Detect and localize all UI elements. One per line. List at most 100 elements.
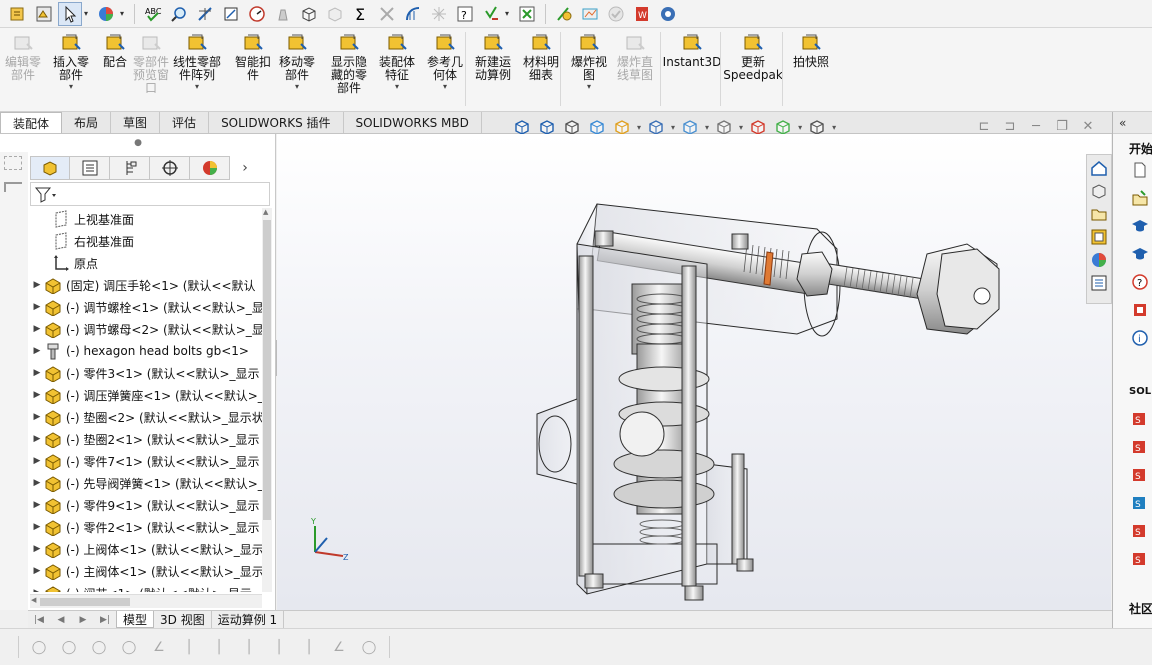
expand-arrow-icon[interactable]: ▶ (30, 544, 44, 554)
measure-icon[interactable] (193, 2, 217, 26)
tree-item[interactable]: ▶ (-) 调压弹簧座<1> (默认<<默认>_ (30, 384, 262, 406)
mass-icon[interactable] (271, 2, 295, 26)
info-icon[interactable]: i (1129, 328, 1151, 348)
whats-new-icon[interactable] (1129, 300, 1151, 320)
open-icon[interactable] (1129, 188, 1151, 208)
tree-item[interactable]: ▶ (-) 上阀体<1> (默认<<默认>_显示 (30, 538, 262, 560)
component-icon[interactable] (297, 2, 321, 26)
equations-icon[interactable] (479, 2, 503, 26)
expand-arrow-icon[interactable]: ▶ (30, 456, 44, 466)
property-manager-icon[interactable] (70, 156, 110, 180)
tree-item[interactable]: ▶ (-) 零件2<1> (默认<<默认>_显示 (30, 516, 262, 538)
linear-pattern-button[interactable]: 线性零部 件阵列 ▾ (173, 32, 221, 92)
solid-molecule-icon[interactable]: S (1129, 520, 1151, 540)
expand-arrow-icon[interactable]: ▶ (30, 412, 44, 422)
assembly-icon[interactable] (32, 2, 56, 26)
feature-manager-icon[interactable] (30, 156, 70, 180)
tree-item[interactable]: 右视基准面 (30, 230, 262, 252)
3d-parts-icon[interactable] (1089, 180, 1109, 201)
tile-right-icon[interactable]: ⊐ (1002, 118, 1018, 134)
appearance-icon[interactable] (94, 2, 118, 26)
custom-properties-icon[interactable] (1089, 272, 1109, 293)
first-tab-icon[interactable]: |◀ (28, 613, 50, 627)
bottom-tab-0[interactable]: 模型 (116, 611, 155, 628)
expand-arrow-icon[interactable]: ▶ (30, 566, 44, 576)
circle-icon[interactable]: ◯ (359, 637, 379, 657)
tab-0[interactable]: 装配体 (0, 112, 63, 133)
tree-item[interactable]: ▶ (-) hexagon head bolts gb<1> (30, 340, 262, 362)
prev-tab-icon[interactable]: ◀ (50, 613, 72, 627)
folder-icon[interactable] (1089, 203, 1109, 224)
tab-4[interactable]: SOLIDWORKS 插件 (209, 112, 344, 133)
expand-arrow-icon[interactable]: ▶ (30, 478, 44, 488)
line-icon[interactable]: │ (269, 637, 289, 657)
reference-icon[interactable] (552, 2, 576, 26)
assembly-feature-button[interactable]: 装配体 特征 ▾ (374, 32, 420, 92)
instant3d-button[interactable]: Instant3D (662, 32, 722, 69)
select-dropdown-icon[interactable]: ▾ (84, 9, 92, 18)
explode-line-button[interactable]: 爆炸直 线草图 (612, 32, 658, 82)
tree-item[interactable]: ▶ (-) 调节螺栓<1> (默认<<默认>_显 (30, 296, 262, 318)
last-tab-icon[interactable]: ▶| (94, 613, 116, 627)
scroll-up-icon[interactable]: ▲ (263, 208, 268, 216)
zoom-find-icon[interactable] (167, 2, 191, 26)
graphics-area[interactable]: Y Z (277, 134, 1111, 610)
check-icon[interactable]: ? (453, 2, 477, 26)
speedpak-button[interactable]: 更新 Speedpak (723, 32, 783, 82)
tree-item[interactable]: 上视基准面 (30, 208, 262, 230)
tree-item[interactable]: ▶ (-) 零件3<1> (默认<<默认>_显示 (30, 362, 262, 384)
hide-icon[interactable] (323, 2, 347, 26)
quick-snap-icon[interactable] (515, 2, 539, 26)
assembly-model[interactable]: Y Z (277, 134, 1111, 610)
dropdown-arrow-icon[interactable]: ▾ (637, 123, 641, 132)
line-icon[interactable]: │ (209, 637, 229, 657)
preview-window-button[interactable]: 零部件 预览窗 口 (128, 32, 174, 95)
bottom-tab-2[interactable]: 运动算例 1 (212, 611, 285, 628)
tree-item[interactable]: ▶ (-) 主阀体<1> (默认<<默认>_显示 (30, 560, 262, 582)
edit-part-icon[interactable] (6, 2, 30, 26)
tree-item[interactable]: ▶ (-) 零件9<1> (默认<<默认>_显示 (30, 494, 262, 516)
dropdown-arrow-icon[interactable]: ▾ (705, 123, 709, 132)
expand-arrow-icon[interactable]: ▶ (30, 434, 44, 444)
expand-arrow-icon[interactable]: ▶ (30, 324, 44, 334)
expand-arrow-icon[interactable]: ▶ (30, 302, 44, 312)
dropdown-arrow-icon[interactable]: ▾ (295, 82, 299, 92)
insert-component-button[interactable]: 插入零 部件 ▾ (48, 32, 94, 92)
equations-dropdown-icon[interactable]: ▾ (505, 9, 513, 18)
dropdown-arrow-icon[interactable]: ▾ (443, 82, 447, 92)
tab-2[interactable]: 草图 (111, 112, 161, 133)
circle-icon[interactable]: ◯ (89, 637, 109, 657)
solid-red-icon[interactable]: S (1129, 408, 1151, 428)
tree-item[interactable]: ▶ (-) 阀芯<1> (默认<<默认>_显示 (30, 582, 262, 592)
scroll-thumb[interactable] (40, 598, 130, 606)
expand-arrow-icon[interactable]: ▶ (30, 500, 44, 510)
bottom-tab-1[interactable]: 3D 视图 (154, 611, 212, 628)
select-arrow-icon[interactable] (58, 1, 82, 26)
snapshot-button[interactable]: 拍快照 (788, 32, 834, 69)
breadcrumb-icon[interactable] (4, 156, 22, 170)
restore-icon[interactable]: ❐ (1054, 118, 1070, 134)
expand-arrow-icon[interactable]: ▶ (30, 368, 44, 378)
tree-scrollbar-vertical[interactable]: ▲ (262, 208, 272, 592)
walkthrough-icon[interactable] (578, 2, 602, 26)
spell-check-icon[interactable]: ABC (141, 2, 165, 26)
tab-1[interactable]: 布局 (62, 112, 112, 133)
chevron-right-icon[interactable]: › (230, 156, 260, 180)
line-icon[interactable]: │ (299, 637, 319, 657)
reference-geometry-button[interactable]: 参考几 何体 ▾ (422, 32, 468, 92)
minimize-icon[interactable]: ─ (1028, 118, 1044, 134)
bom-button[interactable]: 材料明 细表 (518, 32, 564, 82)
solid-electric-icon[interactable]: S (1129, 548, 1151, 568)
file-pdf-icon[interactable]: W (630, 2, 654, 26)
next-tab-icon[interactable]: ▶ (72, 613, 94, 627)
tree-item[interactable]: ▶ (-) 调节螺母<2> (默认<<默认>_显 (30, 318, 262, 340)
move-component-button[interactable]: 移动零 部件 ▾ (274, 32, 320, 92)
tile-left-icon[interactable]: ⊏ (976, 118, 992, 134)
solid-red-icon[interactable]: S (1129, 464, 1151, 484)
solid-blue-icon[interactable]: S (1129, 492, 1151, 512)
dropdown-arrow-icon[interactable]: ▾ (739, 123, 743, 132)
sketch-icon[interactable] (219, 2, 243, 26)
layout-icon[interactable] (4, 182, 22, 192)
tab-5[interactable]: SOLIDWORKS MBD (343, 112, 482, 133)
angle-icon[interactable]: ∠ (329, 637, 349, 657)
